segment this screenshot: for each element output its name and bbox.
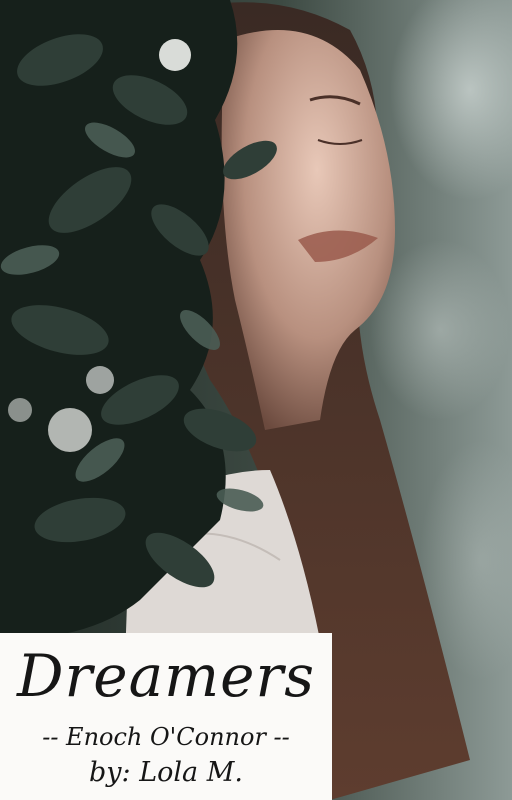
byline: by: Lola M. bbox=[89, 757, 243, 788]
book-cover: Dreamers -- Enoch O'Connor -- by: Lola M… bbox=[0, 0, 512, 800]
author-line: -- Enoch O'Connor -- bbox=[42, 723, 290, 751]
book-title: Dreamers bbox=[17, 642, 315, 710]
title-card: Dreamers -- Enoch O'Connor -- by: Lola M… bbox=[0, 633, 332, 800]
